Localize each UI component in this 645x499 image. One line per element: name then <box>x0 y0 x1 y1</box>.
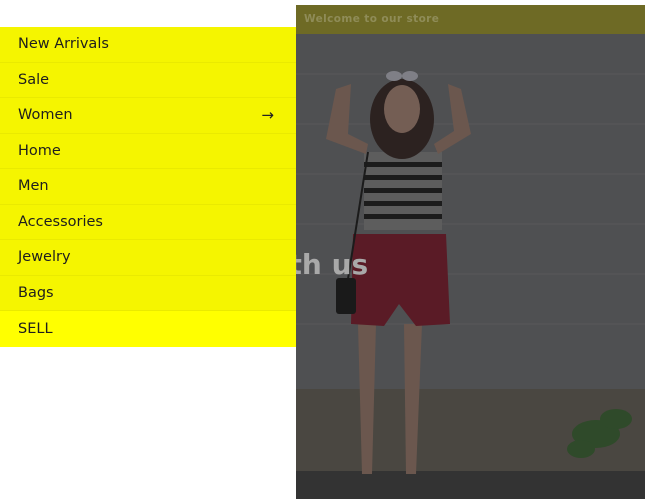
menu-item-label: New Arrivals <box>18 36 109 53</box>
menu-item-sale[interactable]: Sale <box>0 63 296 98</box>
menu-item-label: Bags <box>18 284 54 301</box>
menu-item-new-arrivals[interactable]: New Arrivals <box>0 27 296 63</box>
menu-item-home[interactable]: Home <box>0 134 296 169</box>
announcement-text: Welcome to our store <box>304 13 440 25</box>
menu-drawer: New Arrivals Sale Women → Home Men Acces… <box>0 27 296 347</box>
menu-item-label: Men <box>18 178 49 195</box>
menu-item-accessories[interactable]: Accessories <box>0 205 296 240</box>
menu-item-label: Sale <box>18 71 50 88</box>
menu-item-label: Home <box>18 142 61 159</box>
announcement-bar: Welcome to our store <box>296 5 645 34</box>
menu-item-label: Women <box>18 107 73 124</box>
menu-item-label: SELL <box>18 320 53 337</box>
menu-item-men[interactable]: Men <box>0 169 296 205</box>
store-page-dimmed: Welcome to our store h us <box>296 5 645 499</box>
hero-banner: ess with us <box>296 34 645 499</box>
menu-item-sell[interactable]: SELL <box>0 311 296 347</box>
menu-item-jewelry[interactable]: Jewelry <box>0 240 296 276</box>
menu-item-bags[interactable]: Bags <box>0 276 296 311</box>
menu-item-label: Jewelry <box>18 249 71 266</box>
menu-item-label: Accessories <box>18 213 103 230</box>
hero-heading: ess with us <box>296 248 369 281</box>
arrow-right-icon[interactable]: → <box>261 106 274 124</box>
menu-item-women[interactable]: Women → <box>0 98 296 134</box>
